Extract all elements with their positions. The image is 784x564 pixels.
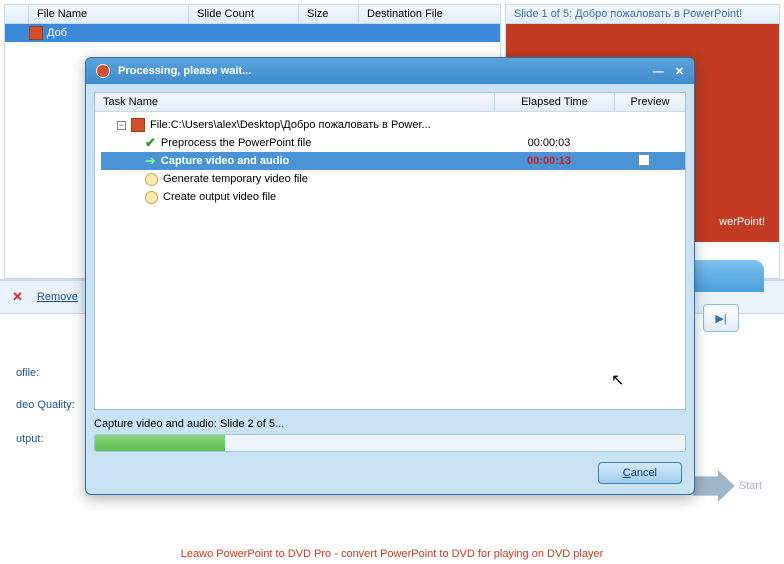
remove-link[interactable]: RRemoveemove	[37, 291, 78, 303]
start-button[interactable]: Start	[693, 470, 762, 502]
processing-dialog: Processing, please wait... — ✕ Task Name…	[85, 57, 695, 495]
output-label: utput:	[16, 433, 86, 445]
remove-icon[interactable]: ✕	[12, 289, 23, 305]
file-name-cell: Доб	[47, 27, 67, 39]
col-slidecount[interactable]: Slide Count	[189, 5, 299, 23]
check-icon: ✔	[145, 135, 156, 151]
collapse-icon[interactable]: −	[117, 121, 126, 130]
preview-title: Slide 1 of 5: Добро пожаловать в PowerPo…	[506, 5, 779, 24]
status-text: Capture video and audio: Slide 2 of 5...	[94, 418, 686, 430]
clock-icon	[145, 191, 158, 204]
progress-bar	[94, 434, 686, 452]
clock-icon	[145, 173, 158, 186]
file-list-header: File Name Slide Count Size Destination F…	[5, 5, 500, 24]
task-row[interactable]: Generate temporary video file	[101, 170, 685, 188]
col-task-name[interactable]: Task Name	[95, 93, 495, 111]
progress-fill	[95, 435, 225, 451]
arrow-right-icon: ➔	[145, 153, 156, 169]
col-filename[interactable]: File Name	[29, 5, 189, 23]
powerpoint-icon	[29, 26, 43, 40]
task-root-row[interactable]: − File:C:\Users\alex\Desktop\Добро пожал…	[101, 116, 685, 134]
cancel-button[interactable]: Cancel	[598, 462, 682, 484]
col-preview[interactable]: Preview	[615, 93, 685, 111]
dialog-icon	[96, 64, 110, 78]
col-elapsed[interactable]: Elapsed Time	[495, 93, 615, 111]
start-arrow-icon	[693, 470, 735, 502]
minimize-button[interactable]: —	[653, 66, 664, 78]
task-row-active[interactable]: ➔Capture video and audio 00:00:13	[101, 152, 685, 170]
powerpoint-icon	[131, 118, 145, 132]
col-size[interactable]: Size	[299, 5, 359, 23]
dialog-title-text: Processing, please wait...	[118, 65, 251, 77]
task-row[interactable]: Create output video file	[101, 188, 685, 206]
task-header: Task Name Elapsed Time Preview	[95, 93, 685, 112]
video-quality-label: deo Quality:	[16, 399, 86, 411]
close-button[interactable]: ✕	[675, 66, 684, 78]
dialog-titlebar[interactable]: Processing, please wait... — ✕	[86, 58, 694, 84]
file-row[interactable]: Доб	[5, 24, 500, 42]
profile-label: ofile:	[16, 367, 86, 379]
footer-text: Leawo PowerPoint to DVD Pro - convert Po…	[0, 544, 784, 564]
task-tree: − File:C:\Users\alex\Desktop\Добро пожал…	[95, 112, 685, 210]
task-row[interactable]: ✔Preprocess the PowerPoint file 00:00:03	[101, 134, 685, 152]
play-tab[interactable]	[684, 260, 764, 292]
next-button[interactable]: ▶|	[703, 304, 739, 332]
col-dest[interactable]: Destination File	[359, 5, 500, 23]
preview-checkbox[interactable]	[638, 154, 650, 166]
